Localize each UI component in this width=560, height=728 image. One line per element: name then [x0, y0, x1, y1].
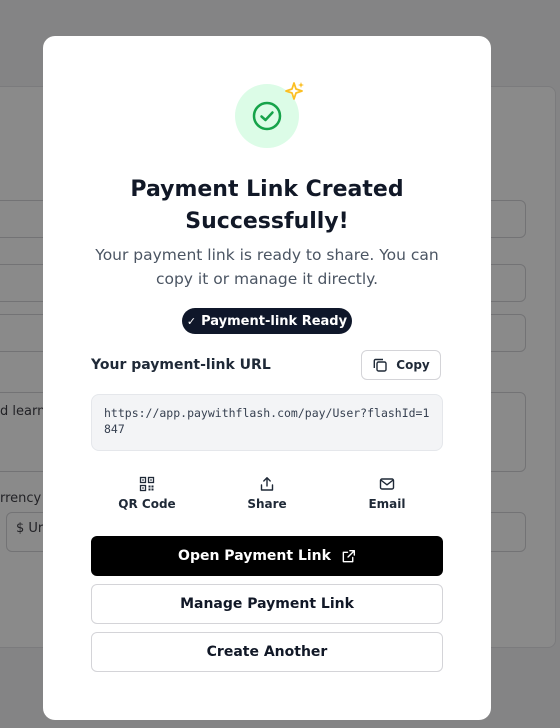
status-badge: ✓ Payment-link Ready: [182, 308, 352, 334]
copy-button-label: Copy: [396, 358, 430, 372]
open-payment-link-button[interactable]: Open Payment Link: [91, 536, 443, 576]
share-label: Share: [247, 497, 287, 511]
external-link-icon: [342, 549, 355, 562]
copy-button[interactable]: Copy: [361, 350, 441, 380]
payment-link-success-modal: Payment Link Created Successfully! Your …: [43, 36, 491, 720]
sparkles-icon: [285, 82, 304, 100]
email-button[interactable]: Email: [347, 476, 427, 516]
create-another-button[interactable]: Create Another: [91, 632, 443, 672]
payment-link-url-field[interactable]: https://app.paywithflash.com/pay/User?fl…: [91, 394, 443, 451]
qr-code-label: QR Code: [118, 497, 176, 511]
modal-subtitle: Your payment link is ready to share. You…: [95, 246, 439, 288]
open-payment-link-label: Open Payment Link: [178, 548, 331, 564]
check-circle-icon: [252, 101, 282, 131]
email-label: Email: [368, 497, 406, 511]
share-button[interactable]: Share: [227, 476, 307, 516]
qr-code-icon: [139, 476, 155, 492]
copy-icon: [373, 358, 387, 372]
share-icon: [260, 477, 274, 491]
url-label: Your payment-link URL: [91, 357, 271, 373]
qr-code-button[interactable]: QR Code: [107, 476, 187, 516]
check-icon: ✓: [186, 314, 197, 328]
manage-payment-link-button[interactable]: Manage Payment Link: [91, 584, 443, 624]
mail-icon: [379, 478, 395, 490]
status-badge-label: Payment-link Ready: [201, 313, 348, 329]
modal-title: Payment Link Created Successfully!: [130, 177, 404, 234]
